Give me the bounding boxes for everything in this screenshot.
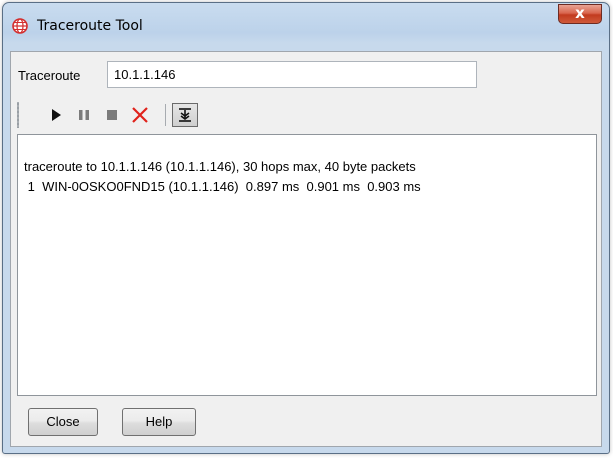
clear-icon[interactable]: [131, 106, 149, 124]
traceroute-window: Traceroute Tool x Traceroute 10.1.1.146: [2, 2, 610, 454]
close-icon: x: [575, 4, 585, 22]
dialog-content: Traceroute 10.1.1.146 traceroute to 10.1…: [10, 51, 602, 447]
traceroute-target-input[interactable]: 10.1.1.146: [107, 61, 477, 88]
close-button[interactable]: Close: [28, 408, 98, 436]
help-button[interactable]: Help: [122, 408, 196, 436]
toolbar-grip[interactable]: [17, 102, 19, 128]
output-line: traceroute to 10.1.1.146 (10.1.1.146), 3…: [24, 159, 416, 174]
play-icon[interactable]: [47, 106, 65, 124]
traceroute-label: Traceroute: [18, 68, 81, 83]
pause-icon[interactable]: [75, 106, 93, 124]
globe-icon: [12, 18, 28, 34]
window-title: Traceroute Tool: [37, 18, 143, 34]
scroll-lock-toggle[interactable]: [172, 103, 198, 127]
scroll-to-end-icon: [176, 106, 194, 127]
toolbar-separator: [165, 104, 166, 126]
title-bar[interactable]: Traceroute Tool x: [3, 3, 609, 43]
window-close-button[interactable]: x: [558, 4, 602, 24]
stop-icon[interactable]: [103, 106, 121, 124]
trace-output-area[interactable]: traceroute to 10.1.1.146 (10.1.1.146), 3…: [17, 134, 597, 396]
toolbar: [17, 100, 237, 130]
output-line: 1 WIN-0OSKO0FND15 (10.1.1.146) 0.897 ms …: [24, 179, 421, 194]
